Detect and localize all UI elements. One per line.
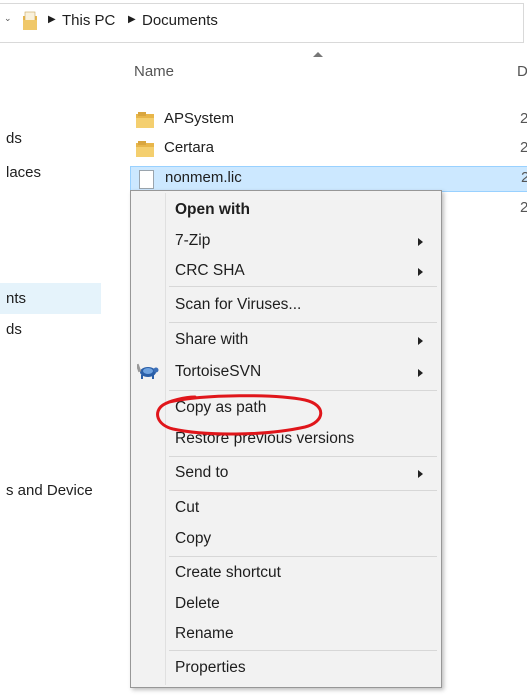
folder-icon xyxy=(136,112,154,128)
file-row-certara[interactable]: Certara 2 xyxy=(130,136,527,162)
menu-separator xyxy=(169,322,437,323)
menu-item-label: Send to xyxy=(175,464,229,481)
menu-item-crc-sha[interactable]: CRC SHA xyxy=(133,256,437,286)
submenu-arrow-icon xyxy=(418,238,423,246)
menu-item-copy-as-path[interactable]: Copy as path xyxy=(133,393,437,423)
document-icon xyxy=(139,170,154,189)
menu-item-label: Create shortcut xyxy=(175,564,281,581)
menu-separator xyxy=(169,556,437,557)
menu-item-rename[interactable]: Rename xyxy=(133,619,437,649)
folder-icon xyxy=(136,141,154,157)
column-header-name[interactable]: Name xyxy=(134,63,174,80)
file-date: 2 xyxy=(520,139,527,156)
menu-item-scan-for-viruses[interactable]: Scan for Viruses... xyxy=(133,290,437,320)
menu-item-label: TortoiseSVN xyxy=(175,363,262,380)
column-header-date[interactable]: D xyxy=(517,63,527,80)
breadcrumb-this-pc[interactable]: This PC xyxy=(62,10,115,32)
file-name: Certara xyxy=(164,139,215,156)
file-date: 2 xyxy=(520,110,527,127)
menu-separator xyxy=(169,650,437,651)
menu-separator xyxy=(169,286,437,287)
breadcrumb-arrow-icon[interactable]: ▶ xyxy=(48,14,56,26)
menu-separator xyxy=(169,456,437,457)
menu-item-restore-previous-versions[interactable]: Restore previous versions xyxy=(133,424,437,454)
nav-item-devices-and-drives[interactable]: s and Device xyxy=(6,482,93,499)
menu-item-label: CRC SHA xyxy=(175,262,245,279)
menu-item-send-to[interactable]: Send to xyxy=(133,458,437,488)
menu-item-properties[interactable]: Properties xyxy=(133,653,437,683)
menu-item-open-with[interactable]: Open with xyxy=(133,195,437,225)
breadcrumb-documents[interactable]: Documents xyxy=(142,10,218,32)
menu-item-copy[interactable]: Copy xyxy=(133,524,437,554)
nav-item-recent-places[interactable]: laces xyxy=(6,164,41,181)
menu-separator xyxy=(169,490,437,491)
breadcrumb-arrow-icon[interactable]: ▶ xyxy=(128,14,136,26)
menu-item-7zip[interactable]: 7-Zip xyxy=(133,226,437,256)
file-row-nonmem-lic[interactable]: nonmem.lic 2 xyxy=(130,166,527,192)
menu-item-cut[interactable]: Cut xyxy=(133,493,437,523)
menu-item-label: Open with xyxy=(175,201,250,218)
sort-ascending-icon xyxy=(313,52,323,57)
menu-item-label: Copy as path xyxy=(175,399,267,416)
menu-separator xyxy=(169,390,437,391)
menu-item-label: Rename xyxy=(175,625,234,642)
submenu-arrow-icon xyxy=(418,337,423,345)
menu-item-label: Scan for Viruses... xyxy=(175,296,302,313)
menu-item-label: Cut xyxy=(175,499,200,516)
submenu-arrow-icon xyxy=(418,369,423,377)
menu-item-label: Restore previous versions xyxy=(175,430,355,447)
menu-item-delete[interactable]: Delete xyxy=(133,589,437,619)
nav-item-downloads[interactable]: ds xyxy=(6,130,22,147)
file-date: 2 xyxy=(520,199,527,216)
menu-item-tortoisesvn[interactable]: TortoiseSVN xyxy=(133,357,437,387)
folder-icon xyxy=(23,11,37,30)
submenu-arrow-icon xyxy=(418,470,423,478)
tortoisesvn-icon xyxy=(137,363,159,379)
nav-item-documents[interactable]: nts xyxy=(6,290,26,307)
file-name: APSystem xyxy=(164,110,235,127)
file-row-apsystem[interactable]: APSystem 2 xyxy=(130,107,527,133)
menu-item-label: 7-Zip xyxy=(175,232,211,249)
context-menu: Open with 7-Zip CRC SHA Scan for Viruses… xyxy=(130,190,442,688)
file-name: nonmem.lic xyxy=(165,169,242,186)
recent-locations-icon[interactable]: ⌄ xyxy=(4,14,12,23)
file-date: 2 xyxy=(521,169,527,186)
menu-item-label: Properties xyxy=(175,659,246,676)
menu-item-share-with[interactable]: Share with xyxy=(133,325,437,355)
submenu-arrow-icon xyxy=(418,268,423,276)
menu-item-label: Share with xyxy=(175,331,249,348)
menu-item-label: Copy xyxy=(175,530,212,547)
menu-item-label: Delete xyxy=(175,595,220,612)
menu-item-create-shortcut[interactable]: Create shortcut xyxy=(133,558,437,588)
nav-item-downloads-2[interactable]: ds xyxy=(6,321,22,338)
